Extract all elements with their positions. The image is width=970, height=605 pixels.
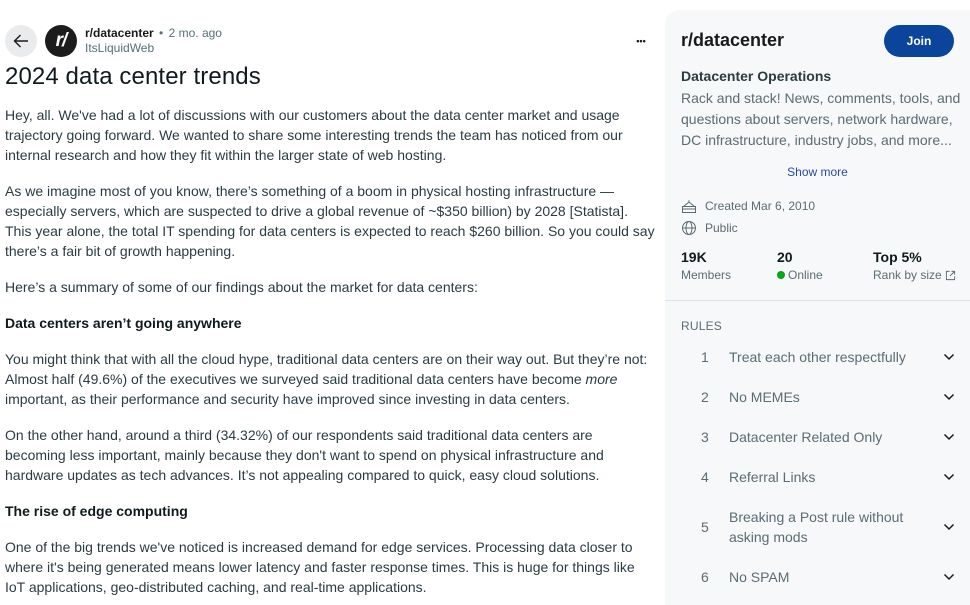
community-stats: 19K Members 20 Online Top 5% Rank by siz… — [681, 248, 961, 288]
chevron-down-icon[interactable] — [937, 393, 961, 401]
rule-number: 2 — [701, 389, 709, 405]
stat-members: 19K Members — [681, 248, 731, 284]
rule-text: No SPAM — [729, 569, 790, 585]
rule-number: 5 — [701, 519, 709, 535]
post-title: 2024 data center trends — [5, 63, 261, 90]
more-options-button[interactable]: ••• — [629, 29, 653, 53]
rule-item[interactable]: 4 Referral Links — [681, 467, 961, 487]
arrow-left-icon — [13, 34, 28, 48]
rules-heading: RULES — [681, 319, 723, 333]
post-meta: r/datacenter • 2 mo. ago ItsLiquidWeb — [85, 26, 222, 56]
post-header: r/ r/datacenter • 2 mo. ago ItsLiquidWeb… — [5, 25, 655, 57]
paragraph: On the other hand, around a third (34.32… — [5, 427, 604, 483]
paragraph: As we imagine most of you know, there’s … — [5, 183, 655, 259]
stat-label-row: Online — [777, 266, 823, 284]
cake-icon — [682, 200, 696, 213]
rule-item[interactable]: 1 Treat each other respectfully — [681, 347, 961, 367]
text: important, as their performance and secu… — [5, 391, 570, 407]
rule-text: Breaking a Post rule without asking mods — [729, 509, 904, 545]
section-heading: The rise of edge computing — [5, 503, 188, 519]
more-horizontal-icon: ••• — [636, 36, 646, 46]
rule-text: Treat each other respectfully — [729, 349, 906, 365]
stat-label: Members — [681, 268, 732, 282]
paragraph: Here’s a summary of some of our findings… — [5, 279, 478, 295]
visibility-row: Public — [681, 220, 738, 236]
chevron-down-icon[interactable] — [937, 573, 961, 581]
stat-label: Online — [788, 268, 823, 282]
community-description: Rack and stack! News, comments, tools, a… — [681, 90, 961, 148]
stat-label: Rank by size — [873, 268, 942, 282]
stat-label-row[interactable]: Rank by size — [873, 266, 956, 284]
rule-text: No MEMEs — [729, 389, 800, 405]
subreddit-avatar[interactable]: r/ — [45, 25, 77, 57]
rule-number: 6 — [701, 569, 709, 585]
stat-value: 20 — [777, 249, 793, 265]
stat-online: 20 Online — [777, 248, 823, 284]
meta-separator: • — [159, 26, 164, 40]
stat-rank[interactable]: Top 5% Rank by size — [873, 248, 956, 284]
visibility-label: Public — [705, 221, 738, 235]
rule-number: 4 — [701, 469, 709, 485]
subreddit-link[interactable]: r/datacenter — [85, 26, 154, 40]
author-link[interactable]: ItsLiquidWeb — [85, 41, 222, 56]
chevron-down-icon[interactable] — [937, 433, 961, 441]
rule-item[interactable]: 2 No MEMEs — [681, 387, 961, 407]
back-button[interactable] — [5, 25, 37, 57]
created-row: Created Mar 6, 2010 — [681, 198, 815, 214]
chevron-down-icon[interactable] — [937, 473, 961, 481]
rule-text: Datacenter Related Only — [729, 429, 883, 445]
community-sidebar: r/datacenter Join Datacenter Operations … — [665, 10, 970, 605]
community-subtitle: Datacenter Operations — [681, 68, 832, 84]
join-button[interactable]: Join — [884, 25, 954, 57]
created-date: Created Mar 6, 2010 — [705, 199, 816, 213]
community-title[interactable]: r/datacenter — [681, 30, 784, 51]
post-body: Hey, all. We've had a lot of discussions… — [5, 105, 655, 605]
paragraph: Hey, all. We've had a lot of discussions… — [5, 107, 623, 163]
text: You might think that with all the cloud … — [5, 351, 648, 387]
rule-item[interactable]: 3 Datacenter Related Only — [681, 427, 961, 447]
stat-value: Top 5% — [873, 249, 922, 265]
divider — [665, 300, 970, 301]
chevron-down-icon[interactable] — [937, 523, 961, 531]
post-time: 2 mo. ago — [168, 26, 222, 40]
section-heading: Data centers aren’t going anywhere — [5, 315, 242, 331]
stat-value: 19K — [681, 249, 707, 265]
rule-item[interactable]: 6 No SPAM — [681, 567, 961, 587]
online-indicator-icon — [777, 271, 785, 279]
rule-text: Referral Links — [729, 469, 816, 485]
rule-number: 1 — [701, 349, 709, 365]
paragraph: You might think that with all the cloud … — [5, 349, 655, 409]
paragraph: One of the big trends we've noticed is i… — [5, 539, 635, 595]
globe-icon — [682, 221, 696, 235]
chevron-down-icon[interactable] — [937, 353, 961, 361]
rule-item[interactable]: 5 Breaking a Post rule without asking mo… — [681, 507, 961, 547]
show-more-button[interactable]: Show more — [665, 165, 970, 179]
external-link-icon — [945, 270, 955, 280]
avatar-text: r/ — [55, 30, 68, 51]
emphasis: more — [585, 371, 618, 387]
rule-number: 3 — [701, 429, 709, 445]
